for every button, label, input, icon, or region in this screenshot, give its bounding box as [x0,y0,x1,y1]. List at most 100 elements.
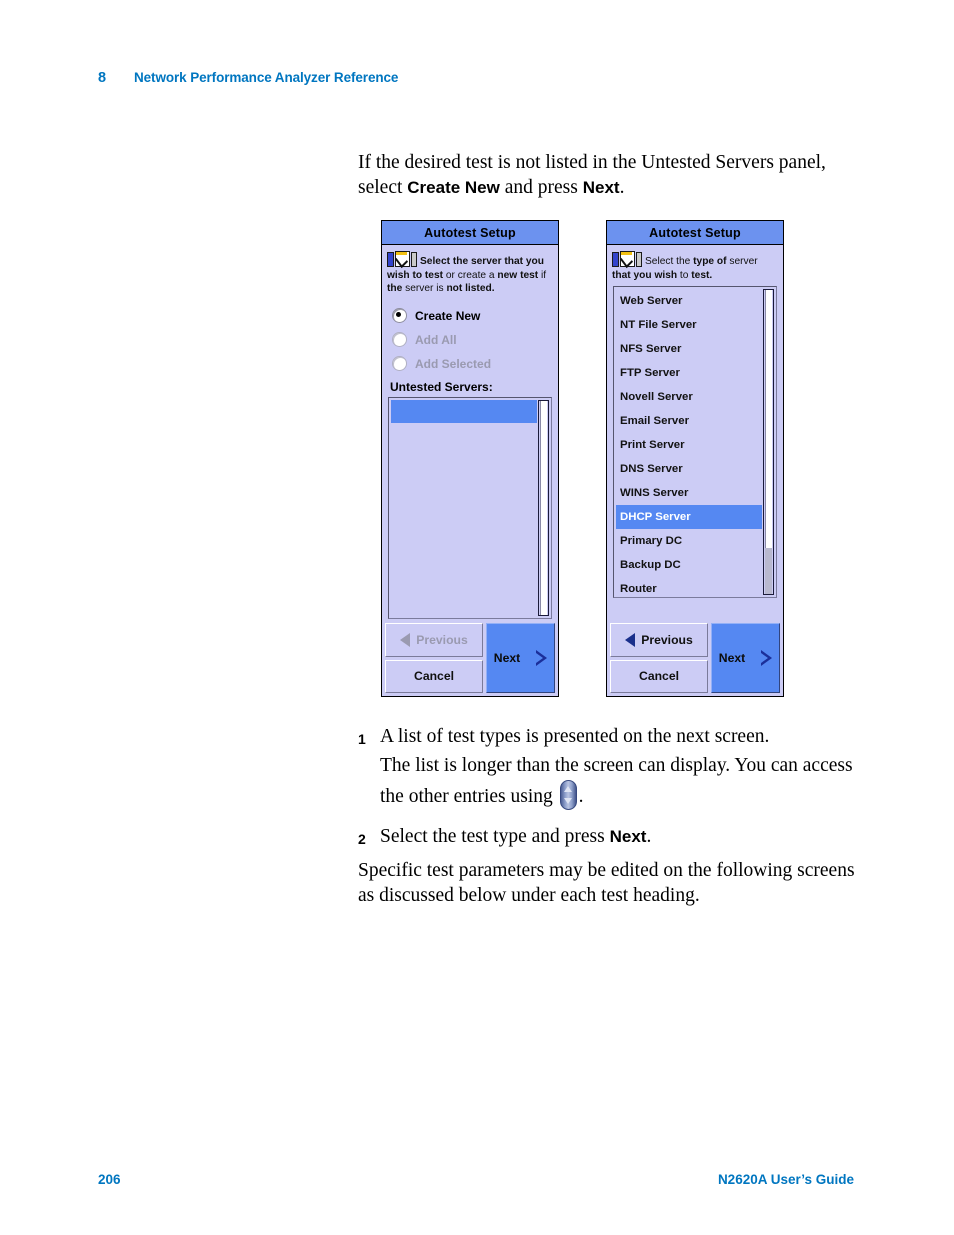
next-emphasis: Next [582,178,620,197]
left-prompt-line2-d: if [538,269,547,281]
list-item[interactable]: Router [616,577,762,595]
server-type-listbox[interactable]: Web Server NT File Server NFS Server FTP Se… [613,286,777,598]
untested-servers-rows[interactable] [391,399,537,616]
left-prompt-line3-d: . [491,283,495,294]
list-item[interactable]: Backup DC [616,553,762,577]
step-2: 2 Select the test type and press Next. [358,822,880,854]
left-radio-group[interactable]: Create New Add All Add Selected [382,300,558,378]
server-type-scrollbar-trough[interactable] [765,548,772,594]
chapter-title: Network Performance Analyzer Reference [134,70,399,85]
radio-add-all-label: Add All [415,332,457,347]
radio-add-selected-label: Add Selected [415,356,492,371]
cancel-button-right[interactable]: Cancel [610,659,708,693]
radio-create-new-mark[interactable] [392,308,407,323]
intro-paragraph: If the desired test is not listed in the… [358,150,858,200]
step-1-body: A list of test types is presented on the… [380,722,880,811]
tail-line-1: Specific test parameters may be edited o… [358,860,855,881]
untested-servers-scrollbar-thumb[interactable] [540,400,547,615]
list-item[interactable]: Print Server [616,433,762,457]
list-item[interactable]: NFS Server [616,337,762,361]
footer-guide-title: N2620A User’s Guide [717,1172,854,1187]
list-item-empty-selected[interactable] [391,399,537,423]
device-screen-left: Autotest Setup Select the server that yo… [381,220,559,697]
left-button-bar: Previous Cancel Next [382,620,558,696]
chapter-number: 8 [98,70,107,86]
untested-servers-scrollbar[interactable] [538,399,549,616]
step-1: 1 A list of test types is presented on t… [358,722,880,811]
left-titlebar: Autotest Setup [382,221,558,245]
intro-line-2-pre: select [358,177,408,198]
right-prompt-line2-a: that you wish [612,269,678,281]
step-1-line-3-post: . [578,786,584,807]
right-prompt: Select the type of server that you wish … [607,245,783,286]
left-prompt: Select the server that you wish to test … [382,245,558,300]
left-prompt-line3-a: the [387,283,403,294]
up-down-rocker-icon [559,780,577,810]
left-title-text: Autotest Setup [424,225,516,240]
server-type-rows[interactable]: Web Server NT File Server NFS Server FTP Se… [616,289,762,595]
cancel-button-left[interactable]: Cancel [385,659,483,693]
wizard-icon [612,251,642,269]
tail-line-2: as discussed below under each test headi… [358,885,700,906]
left-prompt-line3-b: server is [402,283,447,294]
step-2-text-post: . [646,826,652,847]
left-prompt-line2-a: wish to test [387,269,444,281]
running-header: 8 Network Performance Analyzer Reference [98,70,398,86]
tail-paragraph: Specific test parameters may be edited o… [358,858,858,908]
arrow-right-icon-right [761,650,773,666]
intro-line-2-mid: and press [499,177,583,198]
right-prompt-line1-b: type of [693,256,727,267]
right-prompt-line1-c: server [726,256,758,267]
list-item[interactable]: WINS Server [616,481,762,505]
step-2-number: 2 [358,831,366,847]
radio-create-new-label: Create New [415,308,481,323]
radio-add-all-mark[interactable] [392,332,407,347]
untested-servers-label: Untested Servers: [390,379,493,394]
step-1-line-3-pre: the other entries using [380,786,558,807]
right-button-bar: Previous Cancel Next [607,620,783,696]
list-item[interactable]: FTP Server [616,361,762,385]
list-item[interactable]: Email Server [616,409,762,433]
step-1-number: 1 [358,731,366,747]
previous-button-left[interactable]: Previous [385,623,483,657]
list-item[interactable]: DNS Server [616,457,762,481]
list-item[interactable]: NT File Server [616,313,762,337]
left-secondary-buttons: Previous Cancel [385,623,483,693]
radio-create-new[interactable]: Create New [392,304,558,328]
right-prompt-line2-c: test [691,269,710,281]
cancel-button-right-label: Cancel [639,669,679,684]
radio-add-all[interactable]: Add All [392,328,558,352]
arrow-right-icon-left [536,650,548,666]
next-button-right[interactable]: Next [711,623,780,693]
untested-servers-listbox[interactable] [388,396,552,619]
server-type-scrollbar[interactable] [763,289,774,595]
radio-add-selected-mark[interactable] [392,356,407,371]
intro-line-1: If the desired test is not listed in the… [358,152,826,173]
list-item[interactable]: Primary DC [616,529,762,553]
step-2-body: Select the test type and press Next. [380,822,880,854]
previous-button-right-label: Previous [641,632,693,647]
right-prompt-line2-b: to [677,269,692,281]
left-prompt-line3-c: not listed [446,283,492,294]
right-title-text: Autotest Setup [649,225,741,240]
radio-add-selected[interactable]: Add Selected [392,352,558,376]
server-type-scrollbar-thumb[interactable] [765,290,772,549]
create-new-emphasis: Create New [407,178,500,197]
step-1-line-2: The list is longer than the screen can d… [380,755,853,776]
next-button-right-label: Next [718,651,746,665]
left-prompt-line1: Select the server that you [420,256,544,267]
step-1-line-1: A list of test types is presented on the… [380,726,770,747]
list-item[interactable]: Novell Server [616,385,762,409]
right-prompt-line2-d: . [709,269,713,281]
intro-line-2-end: . [619,177,625,198]
previous-button-left-label: Previous [416,632,468,647]
arrow-left-icon-right [625,632,636,647]
previous-button-right[interactable]: Previous [610,623,708,657]
right-prompt-line1-a: Select the [645,256,694,267]
list-item[interactable]: DHCP Server [616,505,762,529]
next-button-left[interactable]: Next [486,623,555,693]
footer-page-number: 206 [98,1172,121,1187]
right-titlebar: Autotest Setup [607,221,783,245]
list-item[interactable]: Web Server [616,289,762,313]
wizard-icon [387,251,417,269]
